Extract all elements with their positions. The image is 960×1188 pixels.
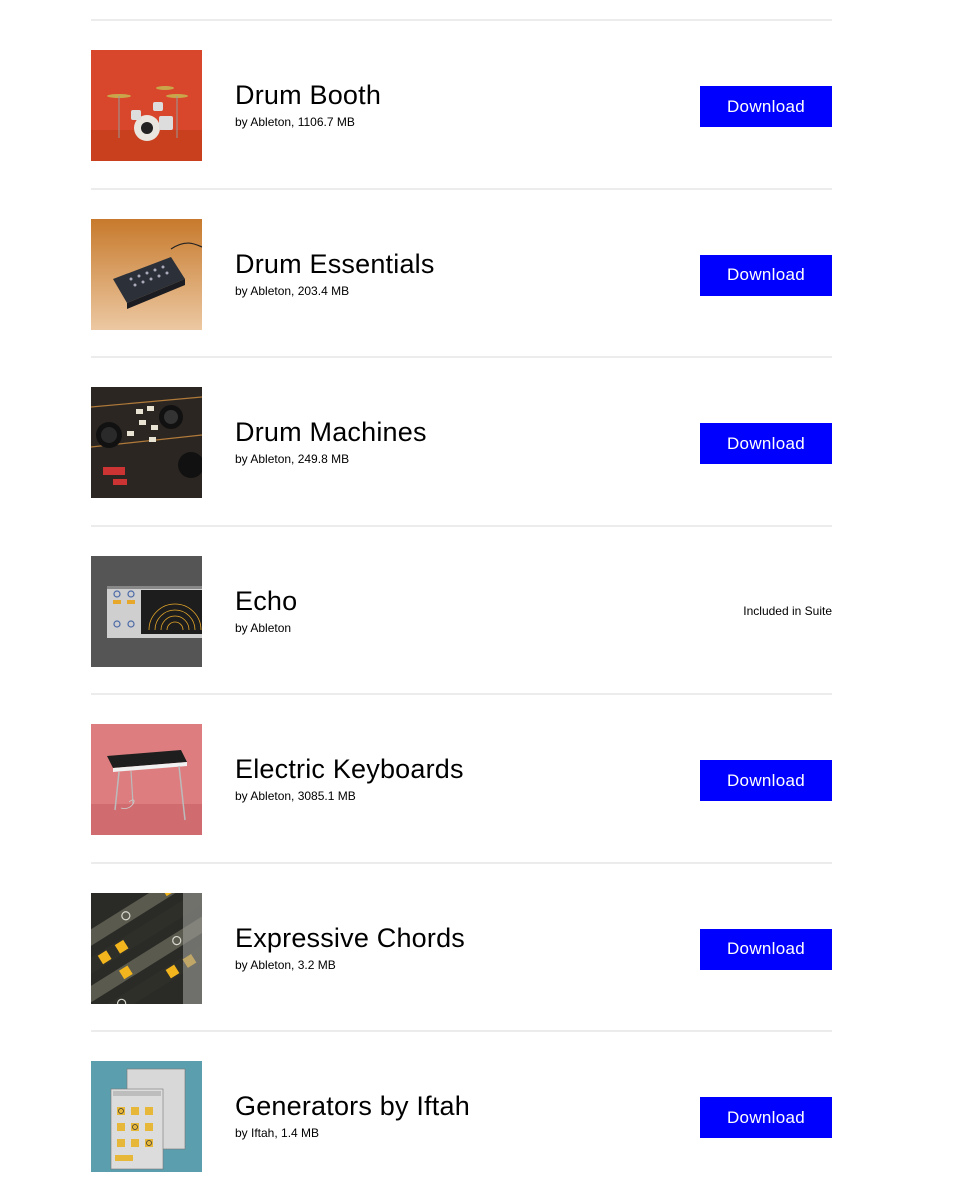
- download-button[interactable]: Download: [700, 1097, 832, 1138]
- pack-meta: by Iftah, 1.4 MB: [235, 1126, 320, 1140]
- synth-knobs-image[interactable]: [91, 387, 202, 498]
- pack-title[interactable]: Drum Machines: [235, 416, 427, 448]
- pack-title[interactable]: Generators by Iftah: [235, 1090, 470, 1122]
- pack-title[interactable]: Drum Essentials: [235, 248, 435, 280]
- included-in-suite-label: Included in Suite: [743, 603, 832, 618]
- pack-meta: by Ableton, 3.2 MB: [235, 957, 336, 972]
- pack-meta: by Ableton, 203.4 MB: [235, 283, 350, 298]
- pack-meta: by Ableton, 249.8 MB: [235, 452, 350, 466]
- download-button[interactable]: Download: [700, 423, 832, 464]
- download-button[interactable]: Download: [700, 760, 832, 801]
- generator-device-image[interactable]: [91, 1061, 202, 1172]
- pack-title[interactable]: Expressive Chords: [235, 922, 465, 954]
- pack-meta: by Ableton, 1106.7 MB: [235, 115, 355, 129]
- download-button[interactable]: Download: [700, 928, 832, 970]
- pack-title[interactable]: Echo: [235, 585, 297, 617]
- drum-machine-image[interactable]: [91, 218, 202, 330]
- pack-row: Electric Keyboards by Ableton, 3085.1 MB…: [91, 695, 832, 864]
- pack-row: Drum Booth by Ableton, 1106.7 MB Downloa…: [91, 21, 832, 190]
- pack-meta: by Ableton, 3085.1 MB: [235, 789, 356, 803]
- pack-meta: by Ableton: [235, 620, 292, 635]
- chord-device-image[interactable]: [91, 892, 202, 1004]
- pack-row: Drum Essentials by Ableton, 203.4 MB Dow…: [91, 190, 832, 358]
- download-button[interactable]: Download: [700, 86, 832, 127]
- pack-row: Generators by Iftah by Iftah, 1.4 MB Dow…: [91, 1032, 832, 1188]
- echo-device-image[interactable]: [91, 555, 202, 667]
- pack-row: Drum Machines by Ableton, 249.8 MB Downl…: [91, 358, 832, 527]
- pack-row: Echo by Ableton Included in Suite: [91, 527, 832, 695]
- pack-title[interactable]: Drum Booth: [235, 79, 381, 111]
- download-button[interactable]: Download: [700, 254, 832, 296]
- pack-row: Expressive Chords by Ableton, 3.2 MB Dow…: [91, 864, 832, 1032]
- electric-piano-image[interactable]: [91, 724, 202, 835]
- pack-list: Drum Booth by Ableton, 1106.7 MB Downloa…: [91, 19, 832, 1188]
- drum-kit-image[interactable]: [91, 50, 202, 161]
- pack-title[interactable]: Electric Keyboards: [235, 753, 464, 785]
